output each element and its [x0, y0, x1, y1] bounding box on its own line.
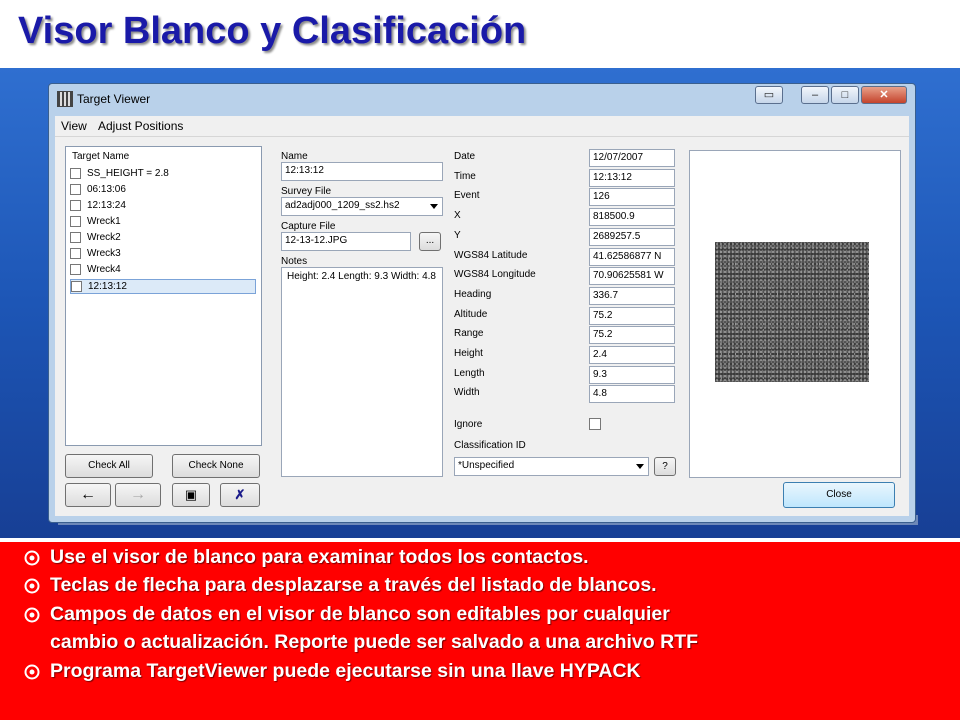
target-bullet-icon	[24, 664, 40, 680]
restore-layout-icon[interactable]: ▭	[755, 86, 783, 104]
detail-field[interactable]: 12/07/2007	[589, 149, 675, 167]
app-icon	[57, 91, 73, 107]
detail-label: Heading	[454, 289, 492, 300]
notes-label: Notes	[281, 256, 308, 267]
target-bullet-icon	[24, 578, 40, 594]
check-none-button[interactable]: Check None	[172, 454, 260, 478]
detail-label: Date	[454, 151, 476, 162]
detail-field[interactable]: 336.7	[589, 287, 675, 305]
target-list-header: Target Name	[72, 151, 130, 162]
detail-field[interactable]: 70.90625581 W	[589, 267, 675, 285]
target-checkbox[interactable]	[70, 200, 81, 211]
detail-field[interactable]: 2689257.5	[589, 228, 675, 246]
detail-label: Altitude	[454, 309, 488, 320]
menu-bar: View Adjust Positions	[55, 116, 909, 136]
survey-file-select[interactable]: ad2adj000_1209_ss2.hs2	[281, 197, 443, 216]
detail-field[interactable]: 9.3	[589, 366, 675, 384]
target-checkbox[interactable]	[70, 248, 81, 259]
chevron-down-icon	[430, 204, 438, 209]
detail-label: Range	[454, 328, 484, 339]
maximize-button[interactable]: □	[831, 86, 859, 104]
minimize-button[interactable]: –	[801, 86, 829, 104]
detail-label: Event	[454, 190, 480, 201]
menu-adjust-positions[interactable]: Adjust Positions	[98, 119, 183, 133]
ignore-label: Ignore	[454, 419, 483, 430]
capture-file-field[interactable]: 12-13-12.JPG	[281, 232, 411, 251]
target-checkbox[interactable]	[70, 216, 81, 227]
target-checkbox[interactable]	[70, 264, 81, 275]
detail-label: Length	[454, 368, 485, 379]
sonar-image	[715, 242, 869, 382]
detail-label: WGS84 Longitude	[454, 269, 536, 280]
list-item[interactable]: 06:13:06	[70, 183, 256, 198]
list-item[interactable]: Wreck1	[70, 215, 256, 230]
detail-field[interactable]: 4.8	[589, 385, 675, 403]
detail-label: X	[454, 210, 461, 221]
target-checkbox[interactable]	[71, 281, 82, 292]
detail-label: Width	[454, 387, 480, 398]
check-all-button[interactable]: Check All	[65, 454, 153, 478]
list-item[interactable]: Wreck4	[70, 263, 256, 278]
delete-icon[interactable]: ✗	[220, 483, 260, 507]
target-list[interactable]: Target Name SS_HEIGHT = 2.8 06:13:06 12:…	[65, 146, 262, 446]
chevron-down-icon	[636, 464, 644, 469]
detail-field[interactable]: 75.2	[589, 326, 675, 344]
detail-field[interactable]: 12:13:12	[589, 169, 675, 187]
target-checkbox[interactable]	[70, 184, 81, 195]
notes-textarea[interactable]: Height: 2.4 Length: 9.3 Width: 4.8	[281, 267, 443, 477]
survey-file-value: ad2adj000_1209_ss2.hs2	[285, 200, 400, 211]
browse-button[interactable]: ...	[419, 232, 441, 251]
detail-field[interactable]: 2.4	[589, 346, 675, 364]
target-checkbox[interactable]	[70, 168, 81, 179]
close-window-button[interactable]: ✕	[861, 86, 907, 104]
slide-title: Visor Blanco y Clasificación	[18, 10, 527, 52]
list-item-selected[interactable]: 12:13:12	[70, 279, 256, 294]
left-arrow-icon[interactable]: ←	[65, 483, 111, 507]
detail-label: Time	[454, 171, 476, 182]
classification-select[interactable]: *Unspecified	[454, 457, 649, 476]
survey-file-label: Survey File	[281, 186, 332, 197]
detail-field[interactable]: 126	[589, 188, 675, 206]
list-item[interactable]: Wreck3	[70, 247, 256, 262]
classification-value: *Unspecified	[458, 460, 515, 471]
right-arrow-icon[interactable]: →	[115, 483, 161, 507]
classification-label: Classification ID	[454, 440, 526, 451]
menu-view[interactable]: View	[61, 119, 87, 133]
bullet-panel: Use el visor de blanco para examinar tod…	[0, 542, 960, 720]
target-bullet-icon	[24, 550, 40, 566]
target-viewer-window: Target Viewer ▭ – □ ✕ View Adjust Positi…	[48, 83, 916, 523]
window-titlebar[interactable]: Target Viewer ▭ – □ ✕	[49, 84, 915, 114]
detail-label: WGS84 Latitude	[454, 250, 528, 261]
ignore-checkbox[interactable]	[589, 418, 601, 430]
detail-field[interactable]: 75.2	[589, 307, 675, 325]
detail-label: Y	[454, 230, 461, 241]
window-title: Target Viewer	[77, 92, 151, 106]
capture-file-label: Capture File	[281, 221, 336, 232]
name-label: Name	[281, 151, 308, 162]
list-item[interactable]: Wreck2	[70, 231, 256, 246]
help-button[interactable]: ?	[654, 457, 676, 476]
detail-field[interactable]: 818500.9	[589, 208, 675, 226]
target-bullet-icon	[24, 607, 40, 623]
detail-field[interactable]: 41.62586877 N	[589, 248, 675, 266]
list-item[interactable]: 12:13:24	[70, 199, 256, 214]
name-field[interactable]: 12:13:12	[281, 162, 443, 181]
list-item[interactable]: SS_HEIGHT = 2.8	[70, 167, 256, 182]
target-checkbox[interactable]	[70, 232, 81, 243]
save-icon[interactable]: ▣	[172, 483, 210, 507]
detail-label: Height	[454, 348, 483, 359]
close-button[interactable]: Close	[783, 482, 895, 508]
